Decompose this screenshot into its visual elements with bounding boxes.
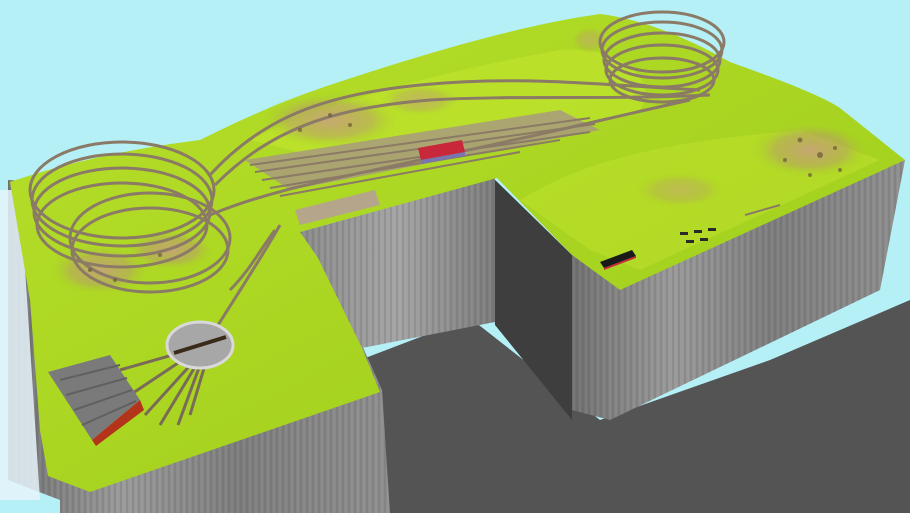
- turntable: [165, 320, 235, 370]
- 3d-layout-viewport[interactable]: [0, 0, 910, 513]
